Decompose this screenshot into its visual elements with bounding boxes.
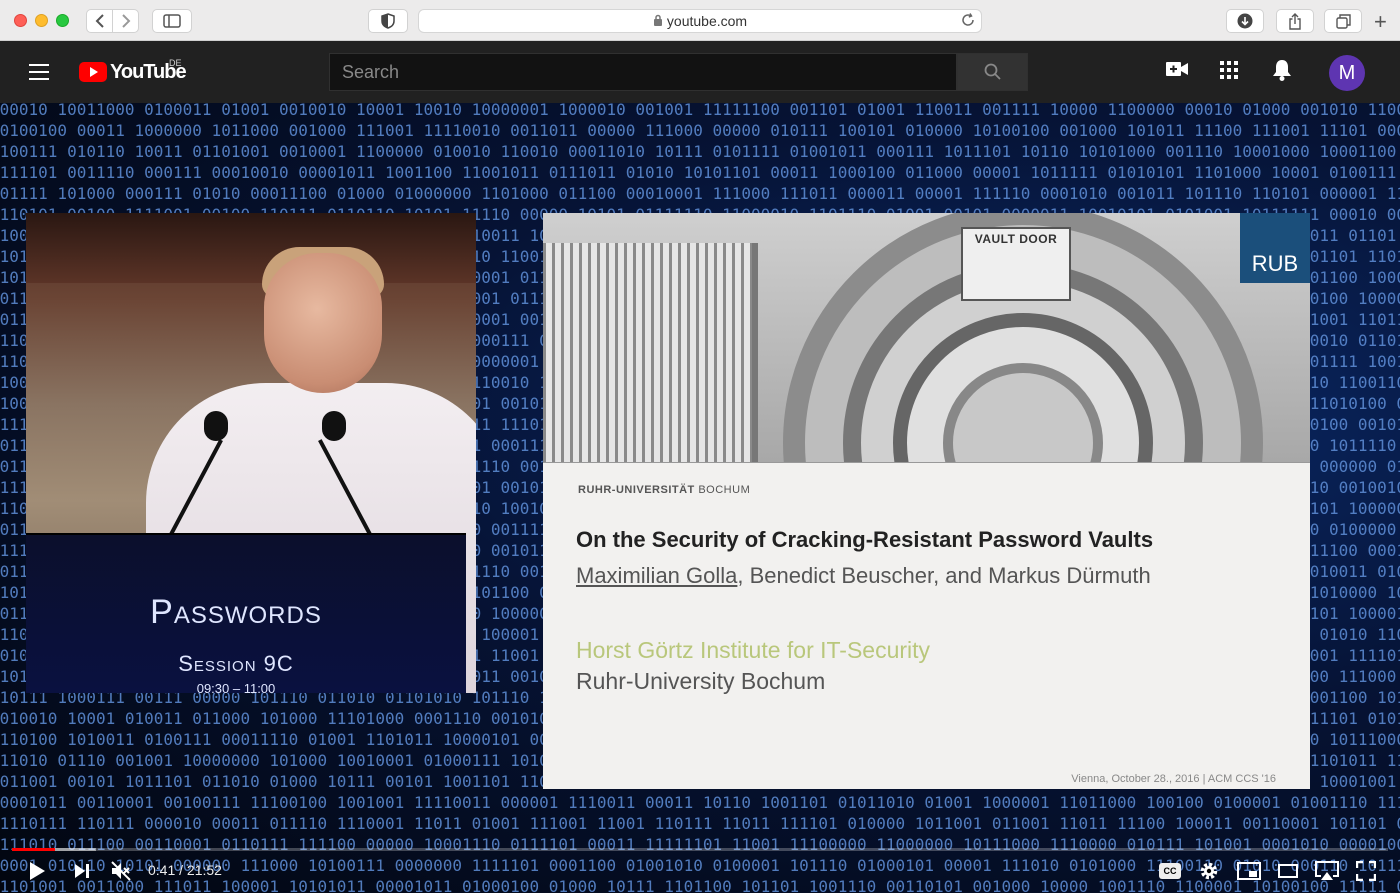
notifications-button[interactable] bbox=[1272, 59, 1292, 86]
sidebar-toggle-button[interactable] bbox=[152, 9, 192, 33]
shield-icon bbox=[381, 13, 395, 29]
new-tab-button[interactable]: + bbox=[1374, 11, 1387, 33]
reload-icon[interactable] bbox=[961, 13, 975, 30]
search-button[interactable] bbox=[957, 53, 1028, 91]
progress-bar[interactable] bbox=[12, 848, 1388, 851]
lock-icon bbox=[653, 13, 663, 29]
slide-title: On the Security of Cracking-Resistant Pa… bbox=[576, 527, 1154, 552]
vault-door-photo: VAULT DOOR RUB bbox=[543, 213, 1310, 463]
tab-overview-button[interactable] bbox=[1324, 9, 1362, 33]
slide-authors: Maximilian Golla, Benedict Beuscher, and… bbox=[576, 563, 1151, 588]
youtube-logo[interactable]: YouTube DE bbox=[79, 58, 187, 85]
chevron-right-icon bbox=[121, 14, 130, 28]
privacy-report-button[interactable] bbox=[368, 9, 408, 33]
browser-toolbar: youtube.com + bbox=[0, 0, 1400, 41]
mute-button[interactable] bbox=[110, 859, 132, 883]
share-icon bbox=[1289, 12, 1301, 30]
share-button[interactable] bbox=[1276, 9, 1314, 33]
video-player[interactable]: 100010 10011000 0100011 01001 0010010 10… bbox=[0, 103, 1400, 893]
settings-button[interactable] bbox=[1199, 859, 1219, 883]
search-icon bbox=[984, 63, 1001, 80]
vault-door-label: VAULT DOOR bbox=[961, 227, 1071, 301]
chevron-left-icon bbox=[95, 14, 104, 28]
slide-footer: Vienna, October 28., 2016 | ACM CCS '16 bbox=[1071, 773, 1276, 785]
play-button[interactable] bbox=[28, 859, 46, 883]
presenter-name: Maximilian Golla bbox=[576, 563, 738, 588]
youtube-play-icon bbox=[79, 62, 107, 82]
rub-logo: RUB bbox=[1240, 213, 1310, 283]
session-banner-title: Passwords bbox=[150, 593, 322, 631]
fullscreen-button[interactable] bbox=[1356, 859, 1376, 883]
speaker-camera-inset: Passwords Session 9C 09:30 – 11:00 bbox=[26, 213, 476, 693]
session-banner-number: Session 9C bbox=[178, 651, 294, 676]
zoom-window-button[interactable] bbox=[56, 14, 69, 27]
play-icon bbox=[30, 862, 45, 880]
video-camera-icon bbox=[1166, 62, 1188, 76]
search-placeholder: Search bbox=[342, 61, 400, 82]
slide-university-header: RUHR-UNIVERSITÄT BOCHUM bbox=[578, 484, 751, 496]
back-button[interactable] bbox=[86, 9, 113, 33]
downloads-button[interactable] bbox=[1226, 9, 1264, 33]
session-banner-time: 09:30 – 11:00 bbox=[196, 681, 276, 693]
subtitles-button[interactable]: CC bbox=[1159, 863, 1181, 879]
search-input[interactable]: Search bbox=[329, 53, 957, 91]
tabs-icon bbox=[1335, 13, 1351, 29]
menu-icon[interactable] bbox=[29, 64, 49, 80]
download-icon bbox=[1237, 13, 1253, 29]
podium: Passwords Session 9C 09:30 – 11:00 bbox=[26, 533, 466, 693]
avatar[interactable]: M bbox=[1329, 55, 1365, 91]
slide-institute: Horst Görtz Institute for IT-Security bbox=[576, 637, 931, 663]
theater-icon bbox=[1278, 864, 1298, 878]
youtube-header: YouTube DE Search M bbox=[0, 41, 1400, 103]
minimize-window-button[interactable] bbox=[35, 14, 48, 27]
apps-button[interactable] bbox=[1220, 61, 1238, 84]
airplay-icon bbox=[1315, 861, 1339, 880]
time-display: 0:41 / 21:52 bbox=[148, 862, 222, 878]
region-code: DE bbox=[169, 58, 182, 68]
bell-icon bbox=[1273, 60, 1291, 81]
apps-grid-icon bbox=[1220, 61, 1238, 79]
presentation-slide: VAULT DOOR RUB RUHR-UNIVERSITÄT BOCHUM O… bbox=[543, 213, 1310, 789]
airplay-button[interactable] bbox=[1314, 859, 1340, 883]
address-bar[interactable]: youtube.com bbox=[418, 9, 982, 33]
miniplayer-icon bbox=[1237, 862, 1261, 880]
forward-button[interactable] bbox=[112, 9, 139, 33]
sidebar-icon bbox=[163, 14, 181, 28]
close-window-button[interactable] bbox=[14, 14, 27, 27]
skip-next-icon bbox=[75, 864, 89, 878]
theater-mode-button[interactable] bbox=[1278, 859, 1298, 883]
volume-muted-icon bbox=[111, 861, 131, 881]
fullscreen-icon bbox=[1356, 861, 1376, 881]
next-button[interactable] bbox=[74, 859, 90, 883]
gear-icon bbox=[1200, 862, 1218, 880]
url-text: youtube.com bbox=[666, 13, 748, 29]
slide-university: Ruhr-University Bochum bbox=[576, 668, 826, 694]
buffered-indicator bbox=[54, 848, 96, 851]
miniplayer-button[interactable] bbox=[1237, 859, 1261, 883]
create-video-button[interactable] bbox=[1166, 61, 1188, 82]
progress-played bbox=[12, 848, 55, 851]
